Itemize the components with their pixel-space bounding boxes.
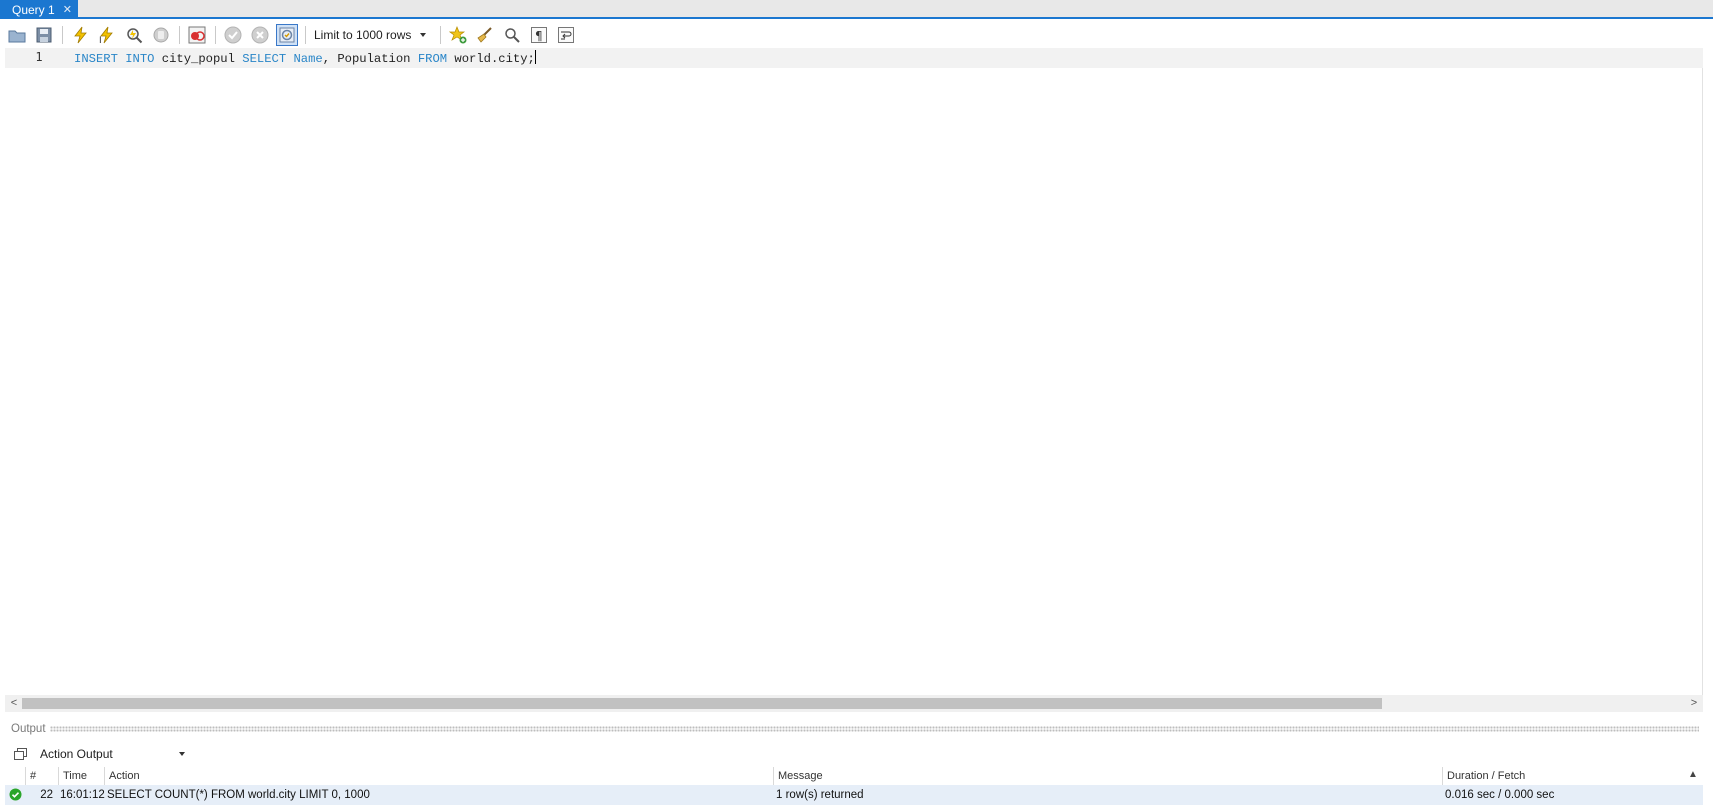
wrap-icon: [558, 27, 574, 43]
panel-grip[interactable]: [49, 726, 1699, 732]
sql-code-line[interactable]: INSERT INTO city_popul SELECT Name, Popu…: [74, 50, 536, 66]
sql-text-token: city_popul: [154, 52, 243, 66]
toolbar-separator: [440, 26, 441, 44]
sql-text-token: , Population: [322, 52, 418, 66]
row-duration: 0.016 sec / 0.000 sec: [1445, 789, 1555, 801]
folder-icon: [8, 30, 26, 43]
editor-horizontal-scrollbar[interactable]: < >: [5, 695, 1703, 712]
save-button[interactable]: [33, 24, 55, 46]
row-action: SELECT COUNT(*) FROM world.city LIMIT 0,…: [107, 789, 370, 801]
toolbar-separator: [305, 26, 306, 44]
autocommit-toggle-button[interactable]: [276, 24, 298, 46]
output-type-value: Action Output: [40, 747, 113, 761]
find-button[interactable]: [501, 24, 523, 46]
line-number: 1: [35, 50, 43, 64]
magnifier-icon: [127, 28, 143, 44]
output-title: Output: [11, 723, 46, 735]
chevron-down-icon: [420, 33, 426, 37]
col-header-num[interactable]: #: [25, 767, 55, 785]
svg-text:I: I: [99, 36, 102, 44]
editor-tab-strip: Query 1 ✕: [0, 0, 1713, 19]
row-time: 16:01:12: [60, 789, 105, 801]
scrollbar-thumb[interactable]: [22, 698, 1382, 709]
check-icon: [224, 26, 242, 44]
sql-text-token: world.city;: [447, 52, 535, 66]
sql-keyword-token: INSERT: [74, 52, 118, 66]
row-num: 22: [40, 789, 53, 801]
chevron-down-icon: [179, 752, 185, 756]
autocommit-icon: [279, 27, 295, 43]
row-limit-select[interactable]: Limit to 1000 rows: [312, 25, 430, 45]
output-panel-header: Output: [5, 721, 1703, 737]
svg-text:¶: ¶: [535, 29, 543, 43]
sql-keyword-token: Name: [293, 52, 323, 66]
table-row[interactable]: 22 16:01:12 SELECT COUNT(*) FROM world.c…: [5, 785, 1703, 805]
text-caret: [534, 50, 536, 64]
add-snippet-button[interactable]: [447, 24, 469, 46]
beautify-button[interactable]: [474, 24, 496, 46]
copy-icon[interactable]: [11, 747, 31, 761]
sql-editor[interactable]: 1 INSERT INTO city_popul SELECT Name, Po…: [5, 48, 1703, 695]
explain-button[interactable]: [123, 24, 145, 46]
lightning-cursor-icon: I: [99, 26, 113, 44]
execute-button[interactable]: [69, 24, 91, 46]
row-message: 1 row(s) returned: [776, 789, 864, 801]
toolbar-separator: [179, 26, 180, 44]
sql-keyword-token: INTO: [125, 52, 155, 66]
sql-keyword-token: FROM: [417, 52, 448, 66]
col-header-message[interactable]: Message: [773, 767, 1443, 785]
stop-button[interactable]: [150, 24, 172, 46]
col-header-action[interactable]: Action: [104, 767, 775, 785]
col-header-time[interactable]: Time: [58, 767, 104, 785]
execute-current-button[interactable]: I: [96, 24, 118, 46]
broom-icon: [477, 27, 492, 43]
lightning-icon: [74, 26, 87, 44]
tab-title: Query 1: [12, 2, 55, 17]
save-icon: [36, 27, 52, 43]
open-file-button[interactable]: [6, 24, 28, 46]
editor-current-line[interactable]: 1 INSERT INTO city_popul SELECT Name, Po…: [5, 48, 1703, 68]
wrap-lines-button[interactable]: [555, 24, 577, 46]
commit-button[interactable]: [222, 24, 244, 46]
row-limit-value: Limit to 1000 rows: [314, 28, 412, 42]
toolbar-separator: [62, 26, 63, 44]
scroll-up-icon[interactable]: ▲: [1688, 769, 1698, 780]
scroll-left-icon[interactable]: <: [7, 697, 21, 709]
sql-editor-toolbar: I Limit to 1000 rows ¶: [6, 23, 582, 47]
output-toolbar: Action Output: [5, 743, 1703, 765]
close-icon[interactable]: ✕: [63, 3, 72, 16]
cancel-icon: [251, 26, 269, 44]
col-header-duration[interactable]: Duration / Fetch: [1442, 767, 1690, 785]
pilcrow-icon: ¶: [531, 27, 547, 43]
rollback-button[interactable]: [249, 24, 271, 46]
error-stop-icon: [188, 26, 206, 44]
stop-icon: [153, 27, 169, 43]
output-type-select[interactable]: Action Output: [37, 745, 187, 764]
success-check-icon: [9, 788, 23, 807]
sql-keyword-token: SELECT: [242, 52, 287, 66]
output-table-header: # Time Action Message Duration / Fetch: [5, 767, 1703, 785]
toolbar-separator: [215, 26, 216, 44]
search-icon: [505, 28, 520, 43]
star-icon: [449, 26, 467, 44]
toggle-continue-on-error-button[interactable]: [186, 24, 208, 46]
scroll-right-icon[interactable]: >: [1687, 697, 1701, 709]
tab-query-1[interactable]: Query 1 ✕: [0, 0, 78, 19]
invisible-chars-button[interactable]: ¶: [528, 24, 550, 46]
